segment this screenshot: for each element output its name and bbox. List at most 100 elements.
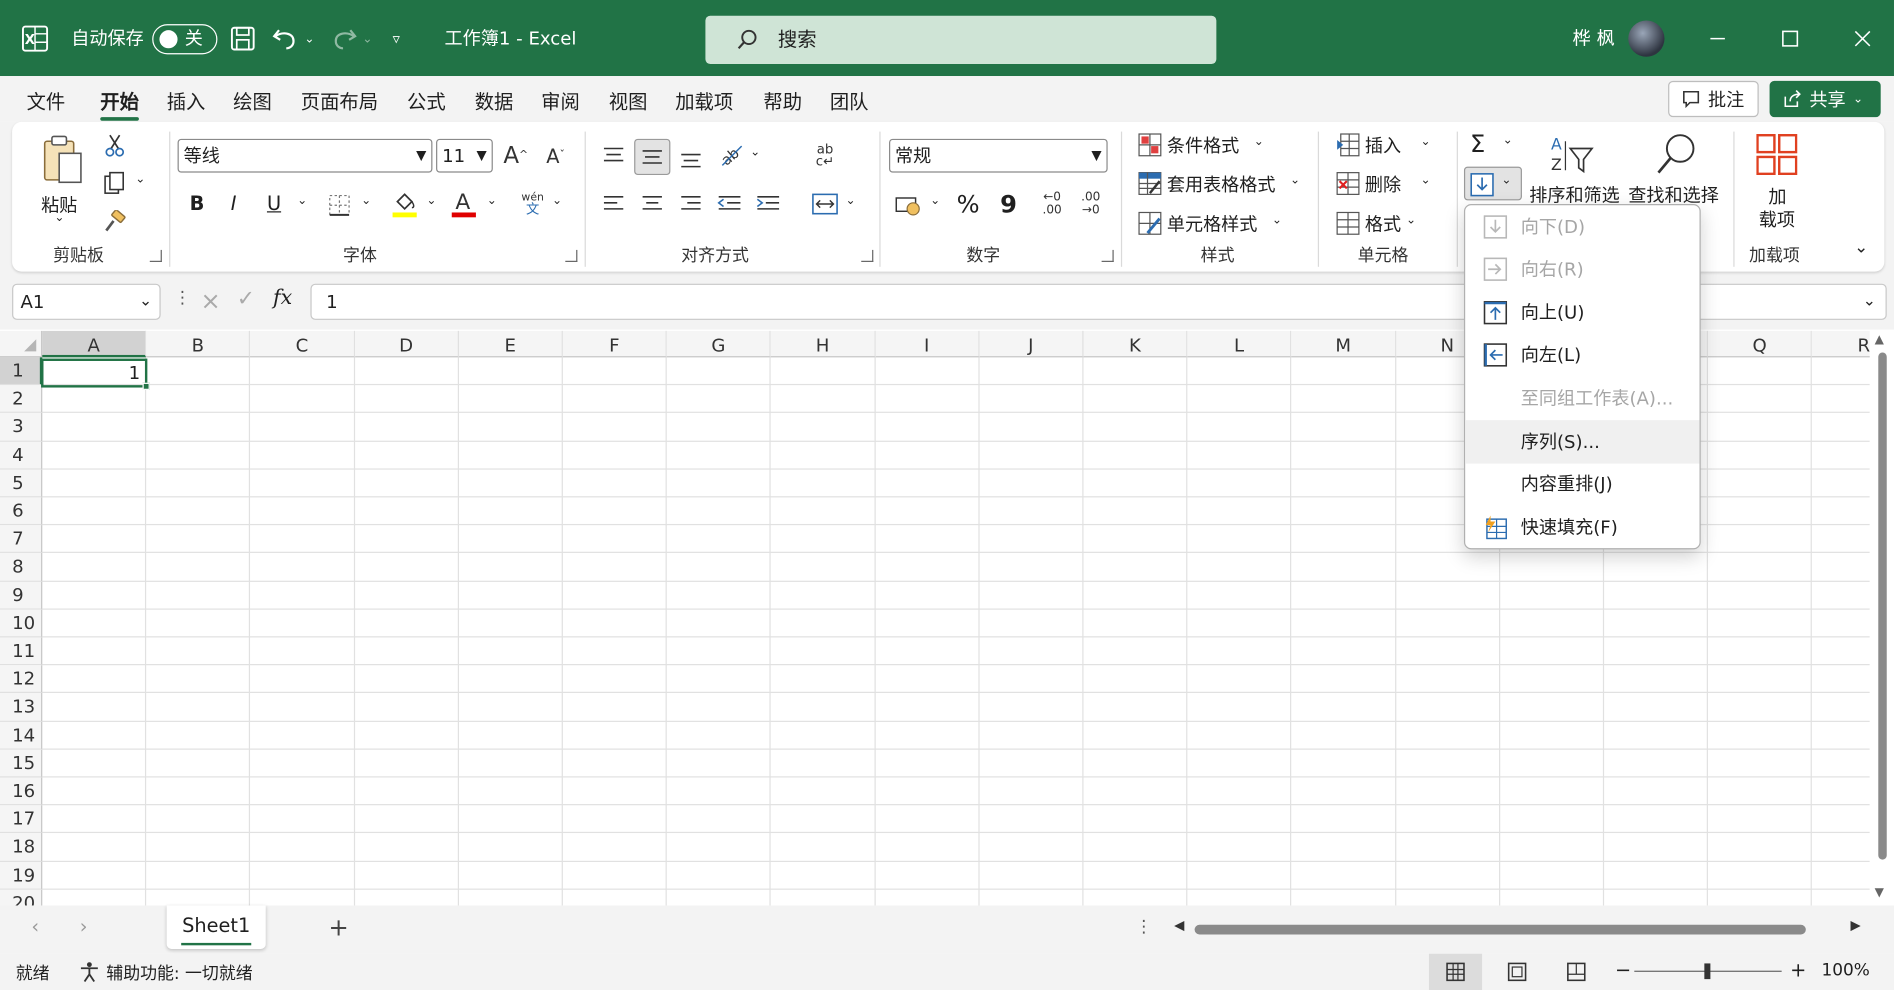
row-header-18[interactable]: 18 xyxy=(0,833,43,862)
row-header-17[interactable]: 17 xyxy=(0,805,43,834)
column-header-m[interactable]: M xyxy=(1291,330,1396,358)
normal-view-button[interactable] xyxy=(1428,953,1483,990)
fill-color-icon[interactable] xyxy=(390,190,419,219)
more-options-icon[interactable]: ⋮ xyxy=(174,289,191,308)
autosum-icon[interactable]: Σ xyxy=(1470,129,1485,158)
maximize-icon[interactable] xyxy=(1754,0,1826,76)
underline-button[interactable]: U xyxy=(267,192,281,215)
row-header-15[interactable]: 15 xyxy=(0,749,43,778)
row-header-10[interactable]: 10 xyxy=(0,609,43,638)
zoom-slider-thumb[interactable] xyxy=(1704,963,1711,980)
align-right-icon[interactable] xyxy=(676,190,705,219)
tab-addins[interactable]: 加载项 xyxy=(675,86,733,115)
number-format-combo[interactable]: 常规 ▼ xyxy=(889,138,1108,173)
column-header-q[interactable]: Q xyxy=(1708,330,1813,358)
phonetic-dropdown-icon[interactable]: ⌄ xyxy=(552,194,562,207)
row-header-2[interactable]: 2 xyxy=(0,385,43,414)
autosum-dropdown-icon[interactable]: ⌄ xyxy=(1503,134,1513,147)
menu-item-fill-down[interactable]: 向下(D) xyxy=(1465,205,1699,248)
font-color-dropdown-icon[interactable]: ⌄ xyxy=(487,194,497,207)
scroll-up-icon[interactable]: ▲ xyxy=(1875,333,1884,346)
row-header-7[interactable]: 7 xyxy=(0,525,43,554)
merge-dropdown-icon[interactable]: ⌄ xyxy=(846,194,856,207)
row-header-11[interactable]: 11 xyxy=(0,637,43,666)
bold-button[interactable]: B xyxy=(190,192,205,215)
phonetic-guide-icon[interactable]: wén 文 xyxy=(518,190,547,219)
menu-item-fill-left[interactable]: 向左(L) xyxy=(1465,333,1699,376)
name-box[interactable]: A1 ⌄ xyxy=(12,283,161,320)
row-header-19[interactable]: 19 xyxy=(0,861,43,890)
accessibility-status[interactable]: 辅助功能: 一切就绪 xyxy=(106,961,252,985)
comments-button[interactable]: 批注 xyxy=(1668,80,1759,118)
select-all-button[interactable] xyxy=(0,330,43,358)
row-header-20[interactable]: 20 xyxy=(0,889,43,906)
row-header-9[interactable]: 9 xyxy=(0,581,43,610)
row-header-8[interactable]: 8 xyxy=(0,553,43,582)
page-break-view-icon[interactable] xyxy=(1567,962,1586,982)
active-cell[interactable]: 1 xyxy=(41,358,150,390)
orientation-icon[interactable]: ab xyxy=(715,139,746,170)
avatar[interactable] xyxy=(1628,20,1665,57)
menu-item-justify[interactable]: 内容重排(J) xyxy=(1465,462,1699,505)
column-header-d[interactable]: D xyxy=(354,330,459,358)
row-header-16[interactable]: 16 xyxy=(0,777,43,806)
column-header-r[interactable]: R xyxy=(1812,330,1870,358)
column-header-h[interactable]: H xyxy=(771,330,876,358)
tab-insert[interactable]: 插入 xyxy=(167,86,206,115)
tab-page-layout[interactable]: 页面布局 xyxy=(301,86,378,115)
prev-sheet-icon[interactable]: ‹ xyxy=(31,915,39,938)
align-center-icon[interactable] xyxy=(638,190,667,219)
tab-home[interactable]: 开始 xyxy=(100,86,139,121)
row-header-6[interactable]: 6 xyxy=(0,497,43,526)
column-header-i[interactable]: I xyxy=(875,330,980,358)
tab-view[interactable]: 视图 xyxy=(609,86,648,115)
row-header-12[interactable]: 12 xyxy=(0,665,43,694)
page-layout-view-icon[interactable] xyxy=(1507,962,1527,982)
align-middle-icon[interactable] xyxy=(634,138,671,176)
menu-item-fill-right[interactable]: 向右(R) xyxy=(1465,247,1699,290)
font-size-combo[interactable]: 11 ▼ xyxy=(436,138,493,173)
copy-dropdown-icon[interactable]: ⌄ xyxy=(135,173,145,186)
vertical-scroll-thumb[interactable] xyxy=(1878,352,1887,860)
format-painter-icon[interactable] xyxy=(101,209,128,236)
vertical-scrollbar[interactable]: ▲ ▼ xyxy=(1869,330,1894,906)
undo-icon[interactable] xyxy=(272,25,301,52)
number-launcher-icon[interactable] xyxy=(1101,249,1114,262)
addins-button[interactable]: 加 载项 xyxy=(1744,129,1809,233)
increase-decimal-icon[interactable]: ←0.00 xyxy=(1036,190,1067,219)
tab-help[interactable]: 帮助 xyxy=(763,86,802,115)
fill-handle[interactable] xyxy=(142,382,150,390)
menu-item-series[interactable]: 序列(S)... xyxy=(1465,420,1700,464)
font-launcher-icon[interactable] xyxy=(565,249,578,262)
tab-file[interactable]: 文件 xyxy=(27,86,66,115)
orientation-dropdown-icon[interactable]: ⌄ xyxy=(750,146,760,159)
save-icon[interactable] xyxy=(230,25,257,52)
user-name[interactable]: 桦 枫 xyxy=(1573,0,1615,76)
column-header-c[interactable]: C xyxy=(250,330,355,358)
zoom-level[interactable]: 100% xyxy=(1822,961,1870,980)
menu-item-flash-fill[interactable]: 快速填充(F) xyxy=(1465,506,1699,549)
zoom-in-icon[interactable]: + xyxy=(1790,959,1806,982)
expand-formula-icon[interactable]: ⌄ xyxy=(1863,285,1876,319)
next-sheet-icon[interactable]: › xyxy=(80,915,88,938)
wrap-text-icon[interactable]: ab c↵ xyxy=(811,139,840,173)
share-button[interactable]: 共享 ⌄ xyxy=(1769,80,1881,118)
undo-dropdown-icon[interactable]: ⌄ xyxy=(304,0,314,76)
conditional-formatting-button[interactable]: 条件格式 ⌄ xyxy=(1135,129,1304,160)
find-select-button[interactable]: 查找和选择 xyxy=(1628,129,1725,209)
format-cells-button[interactable]: 格式 ⌄ xyxy=(1334,208,1443,239)
close-icon[interactable] xyxy=(1826,0,1894,76)
fill-button[interactable]: ⌄ xyxy=(1463,166,1522,201)
underline-dropdown-icon[interactable]: ⌄ xyxy=(297,194,307,207)
sheet-tab-sheet1[interactable]: Sheet1 xyxy=(166,905,266,949)
scroll-right-icon[interactable]: ▶ xyxy=(1851,918,1861,934)
fill-color-dropdown-icon[interactable]: ⌄ xyxy=(426,194,436,207)
accounting-format-icon[interactable] xyxy=(894,192,925,219)
horizontal-scroll-thumb[interactable] xyxy=(1194,924,1806,935)
alignment-launcher-icon[interactable] xyxy=(861,249,874,262)
scroll-left-icon[interactable]: ◀ xyxy=(1174,918,1184,934)
row-header-4[interactable]: 4 xyxy=(0,441,43,470)
row-header-1[interactable]: 1 xyxy=(0,357,43,386)
insert-function-icon[interactable]: fx xyxy=(273,286,292,310)
column-header-f[interactable]: F xyxy=(562,330,667,358)
